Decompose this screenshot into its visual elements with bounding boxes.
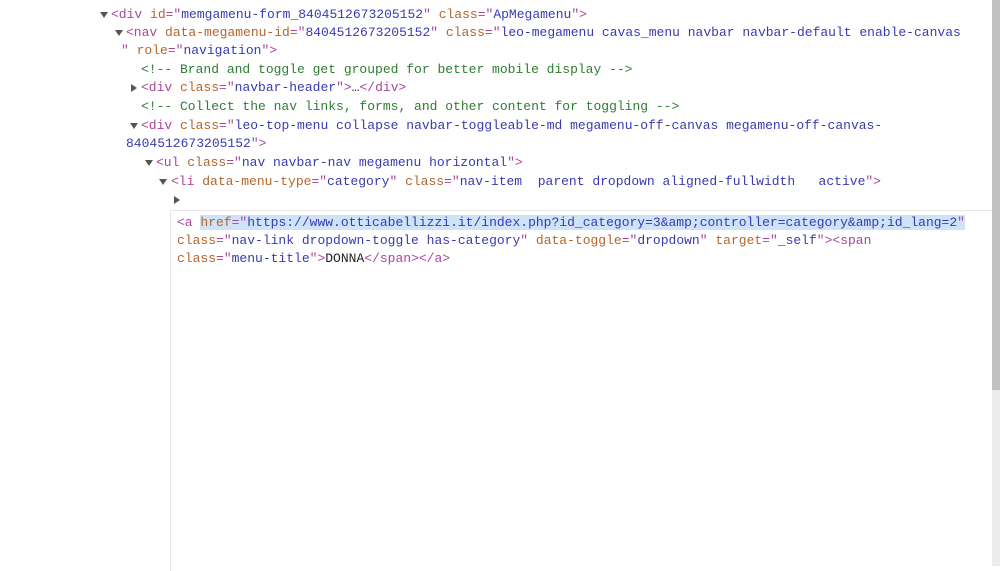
code-token: =" <box>219 118 235 133</box>
code-token: class <box>177 251 217 266</box>
code-token: " <box>423 7 439 22</box>
code-token: "> <box>309 251 326 266</box>
code-token: class <box>445 25 485 40</box>
code-token: " <box>957 215 965 230</box>
code-token: "> <box>571 7 587 22</box>
code-token: =" <box>231 215 248 230</box>
code-token: " <box>389 174 406 189</box>
code-token: id <box>150 7 166 22</box>
scrollbar-thumb[interactable] <box>992 0 1000 390</box>
code-token: class <box>180 118 220 133</box>
dom-node-line[interactable]: <ul class="nav navbar-nav megamenu horiz… <box>156 154 523 172</box>
code-token: memgamenu-form_8404512673205152 <box>181 7 424 22</box>
dom-node-line[interactable]: 8404512673205152"> <box>126 135 266 153</box>
code-token: "> <box>865 174 881 189</box>
code-token: <ul <box>156 155 188 170</box>
code-token: 8404512673205152 <box>305 25 431 40</box>
code-token: class <box>180 80 220 95</box>
code-token: dropdown <box>637 233 700 248</box>
code-token: _self <box>777 233 817 248</box>
code-token: nav-item parent dropdown aligned-fullwid… <box>459 174 866 189</box>
code-token: </div> <box>359 80 407 95</box>
code-token: =" <box>311 174 328 189</box>
code-token: =" <box>216 233 232 248</box>
code-token: 8404512673205152 <box>126 136 251 151</box>
code-token: " <box>520 233 536 248</box>
dom-node-line[interactable]: <!-- Collect the nav links, forms, and o… <box>141 98 679 116</box>
dom-node-line[interactable]: <div class="leo-top-menu collapse navbar… <box>141 117 882 135</box>
expand-triangle-icon[interactable] <box>131 84 137 92</box>
dom-node-line[interactable]: class="nav-link dropdown-toggle has-cate… <box>177 232 871 250</box>
collapse-triangle-icon[interactable] <box>130 123 138 129</box>
code-token: https://www.otticabellizzi.it/index.php?… <box>247 215 958 230</box>
code-token: <div <box>141 118 181 133</box>
vertical-scrollbar[interactable] <box>992 0 1000 566</box>
code-token: <a <box>177 215 201 230</box>
code-token: =" <box>477 7 494 22</box>
code-token: nav navbar-nav megamenu horizontal <box>241 155 508 170</box>
code-token: class <box>405 174 445 189</box>
code-token: data-menu-type <box>202 174 312 189</box>
code-token: "> <box>336 80 352 95</box>
code-token: =" <box>165 7 182 22</box>
code-token: <li <box>171 174 203 189</box>
code-token: category <box>327 174 390 189</box>
code-token: =" <box>762 233 778 248</box>
code-token: leo-megamenu cavas_menu navbar navbar-de… <box>500 25 961 40</box>
collapse-triangle-icon[interactable] <box>100 12 108 18</box>
code-token: " <box>699 233 716 248</box>
code-token: =" <box>219 80 235 95</box>
code-token: "> <box>507 155 523 170</box>
code-token: class <box>438 7 478 22</box>
dom-node-line[interactable]: class="menu-title">DONNA</span></a> <box>177 250 450 268</box>
code-token: "><span <box>816 233 872 248</box>
collapse-triangle-icon[interactable] <box>159 179 167 185</box>
code-token: target <box>715 233 763 248</box>
collapse-triangle-icon[interactable] <box>145 160 153 166</box>
code-token: <!-- Collect the nav links, forms, and o… <box>141 99 680 114</box>
code-token: =" <box>484 25 501 40</box>
code-token: <nav <box>126 25 166 40</box>
expand-triangle-icon[interactable] <box>174 196 180 204</box>
code-token: =" <box>289 25 306 40</box>
edit-as-html-editor[interactable]: <a href="https://www.otticabellizzi.it/i… <box>170 210 992 571</box>
code-token: data-megamenu-id <box>165 25 290 40</box>
code-token: menu-title <box>231 251 310 266</box>
dom-node-line[interactable]: <nav data-megamenu-id="8404512673205152"… <box>126 24 961 42</box>
dom-node-line[interactable]: <div class="navbar-header">…</div> <box>141 79 406 97</box>
code-token: " <box>121 43 137 58</box>
dom-node-line[interactable]: <div id="memgamenu-form_8404512673205152… <box>111 6 587 24</box>
code-token: =" <box>621 233 638 248</box>
dom-node-line[interactable]: <li data-menu-type="category" class="nav… <box>171 173 881 191</box>
code-token: =" <box>216 251 232 266</box>
code-token: href <box>200 215 232 230</box>
code-token: class <box>187 155 227 170</box>
code-token: =" <box>444 174 460 189</box>
code-token: nav-link dropdown-toggle has-category <box>231 233 521 248</box>
code-token: =" <box>167 43 184 58</box>
dom-node-line[interactable]: <a href="https://www.otticabellizzi.it/i… <box>177 214 965 232</box>
code-token: " <box>430 25 446 40</box>
code-token: navigation <box>183 43 262 58</box>
code-token: navbar-header <box>234 80 337 95</box>
collapse-triangle-icon[interactable] <box>115 30 123 36</box>
dom-node-line[interactable]: <!-- Brand and toggle get grouped for be… <box>141 61 632 79</box>
code-token: <!-- Brand and toggle get grouped for be… <box>141 62 633 77</box>
code-token: role <box>136 43 168 58</box>
code-token: <div <box>111 7 151 22</box>
code-token: DONNA <box>325 251 365 266</box>
code-token: leo-top-menu collapse navbar-toggleable-… <box>234 118 883 133</box>
code-token: ApMegamenu <box>493 7 572 22</box>
code-token: =" <box>226 155 242 170</box>
code-token: "> <box>250 136 267 151</box>
dom-node-line[interactable]: " role="navigation"> <box>121 42 277 60</box>
code-token: </span></a> <box>364 251 451 266</box>
code-token: <div <box>141 80 181 95</box>
code-token: data-toggle <box>535 233 622 248</box>
code-token: "> <box>261 43 278 58</box>
code-token: class <box>177 233 217 248</box>
